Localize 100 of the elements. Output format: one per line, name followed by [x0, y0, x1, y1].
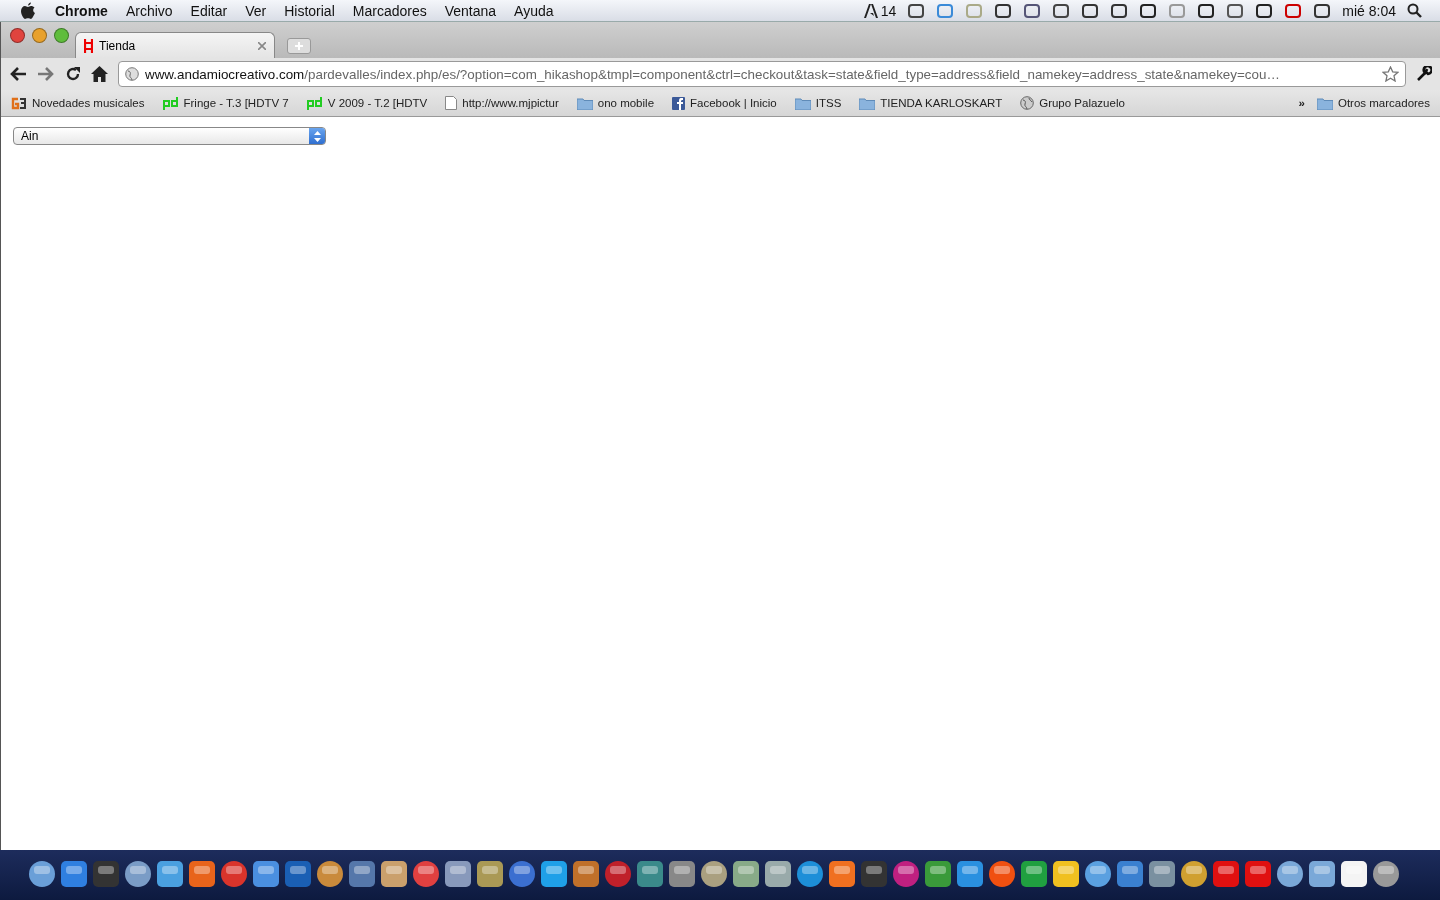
logo-icon — [162, 96, 179, 110]
globe-icon — [1020, 96, 1035, 110]
app-icon[interactable] — [956, 860, 984, 890]
more-bookmarks-button[interactable]: » — [1298, 97, 1305, 109]
clock[interactable]: mié 8:04 — [1342, 2, 1396, 19]
status-icon[interactable] — [1197, 2, 1216, 19]
folder-icon — [576, 96, 593, 110]
close-icon[interactable] — [258, 41, 266, 50]
app-icon[interactable] — [316, 860, 344, 890]
status-icon[interactable] — [1255, 2, 1274, 19]
app-icon[interactable] — [924, 860, 952, 890]
app-icon[interactable] — [732, 860, 760, 890]
app-icon[interactable] — [220, 860, 248, 890]
menu-item[interactable]: Editar — [181, 2, 237, 19]
menu-item[interactable]: Ver — [236, 2, 276, 19]
address-bar[interactable]: www.andamiocreativo.com/pardevalles/index.php/es/?option=com_hikashop&tmpl=component&ctrl=checkout&task=state&field_type=address&field_namekey=address_state&namekey=cou… — [118, 61, 1406, 87]
url-text: www.andamiocreativo.com/pardevalles/index.php/es/?option=com_hikashop&tmpl=component&ctrl=checkout&task=state&field_type=address&field_namekey=address_state&namekey=cou… — [145, 66, 1281, 82]
status-icon[interactable] — [1313, 2, 1332, 19]
folder-icon — [859, 96, 876, 110]
status-count: 14 — [880, 2, 897, 19]
app-icon[interactable] — [1276, 860, 1304, 890]
app-icon[interactable] — [1148, 860, 1176, 890]
app-icon[interactable] — [764, 860, 792, 890]
bookmark[interactable]: Fringe - T.3 [HDTV 7 — [162, 96, 289, 110]
zoom-button[interactable] — [54, 28, 69, 43]
app-icon[interactable] — [60, 860, 88, 890]
star-icon[interactable] — [1382, 66, 1399, 82]
logo-icon — [84, 38, 93, 53]
menu-item[interactable]: Historial — [275, 2, 344, 19]
app-icon[interactable] — [380, 860, 408, 890]
app-icon[interactable] — [1180, 860, 1208, 890]
close-button[interactable] — [10, 28, 25, 43]
plus-icon — [295, 42, 303, 50]
app-icon[interactable] — [28, 860, 56, 890]
status-icon[interactable] — [1110, 2, 1129, 19]
facebook-icon — [672, 96, 686, 110]
status-icon[interactable] — [1139, 2, 1158, 19]
app-icon[interactable] — [124, 860, 152, 890]
new-tab-button[interactable] — [287, 38, 311, 54]
app-menu[interactable]: Chrome — [46, 2, 117, 19]
bookmark[interactable]: Facebook | Inicio — [672, 96, 777, 110]
bookmark[interactable]: V 2009 - T.2 [HDTV — [306, 96, 428, 110]
app-icon[interactable] — [1372, 860, 1400, 890]
folder-icon — [794, 96, 811, 110]
app-icon[interactable] — [252, 860, 280, 890]
bookmark[interactable]: ono mobile — [576, 96, 655, 110]
app-icon[interactable] — [156, 860, 184, 890]
bookmark[interactable]: Novedades musicales — [11, 96, 145, 110]
status-icon[interactable] — [1081, 2, 1100, 19]
app-icon[interactable] — [700, 860, 728, 890]
state-select[interactable]: Ain — [13, 127, 326, 145]
app-icon[interactable] — [1052, 860, 1080, 890]
bookmark[interactable]: http://www.mjpictur — [445, 96, 559, 110]
app-icon[interactable] — [1308, 860, 1336, 890]
app-icon[interactable] — [412, 860, 440, 890]
status-icon[interactable] — [994, 2, 1013, 19]
status-icon[interactable] — [1052, 2, 1071, 19]
app-icon[interactable] — [1340, 860, 1368, 890]
forward-icon[interactable] — [37, 66, 55, 82]
status-icon[interactable] — [1226, 2, 1245, 19]
logo-icon — [11, 96, 27, 110]
menu-item[interactable]: Marcadores — [343, 2, 436, 19]
bookmark-folder[interactable]: Otros marcadores — [1316, 96, 1430, 110]
bookmark[interactable]: TIENDA KARLOSKART — [859, 96, 1003, 110]
app-icon[interactable] — [668, 860, 696, 890]
app-icon[interactable] — [1020, 860, 1048, 890]
app-icon[interactable] — [796, 860, 824, 890]
adobe-icon[interactable] — [863, 3, 878, 18]
app-icon[interactable] — [444, 860, 472, 890]
search-icon[interactable] — [1407, 3, 1422, 18]
app-icon[interactable] — [188, 860, 216, 890]
browser-tab[interactable]: Tienda — [75, 32, 275, 58]
logo-icon — [306, 96, 323, 110]
updown-icon — [313, 130, 321, 142]
status-icon[interactable] — [907, 2, 926, 19]
app-icon[interactable] — [572, 860, 600, 890]
app-icon[interactable] — [508, 860, 536, 890]
app-icon[interactable] — [476, 860, 504, 890]
app-icon[interactable] — [636, 860, 664, 890]
app-icon[interactable] — [1084, 860, 1112, 890]
globe-icon — [125, 67, 139, 81]
page-icon — [445, 96, 458, 110]
app-icon[interactable] — [348, 860, 376, 890]
wrench-icon[interactable] — [1416, 66, 1432, 82]
minimize-button[interactable] — [32, 28, 47, 43]
bookmark[interactable]: Grupo Palazuelo — [1020, 96, 1125, 110]
app-icon[interactable] — [828, 860, 856, 890]
folder-icon — [1316, 96, 1333, 110]
bookmark[interactable]: ITSS — [794, 96, 842, 110]
back-icon[interactable] — [9, 66, 27, 82]
status-icon[interactable] — [1023, 2, 1042, 19]
home-icon[interactable] — [91, 66, 108, 82]
reload-icon[interactable] — [65, 66, 81, 82]
menu-item[interactable]: Ayuda — [505, 2, 563, 19]
menu-item[interactable]: Archivo — [116, 2, 182, 19]
menu-item[interactable]: Ventana — [435, 2, 506, 19]
app-icon[interactable] — [1116, 860, 1144, 890]
app-icon[interactable] — [988, 860, 1016, 890]
app-icon[interactable] — [540, 860, 568, 890]
apple-icon[interactable] — [20, 1, 36, 20]
